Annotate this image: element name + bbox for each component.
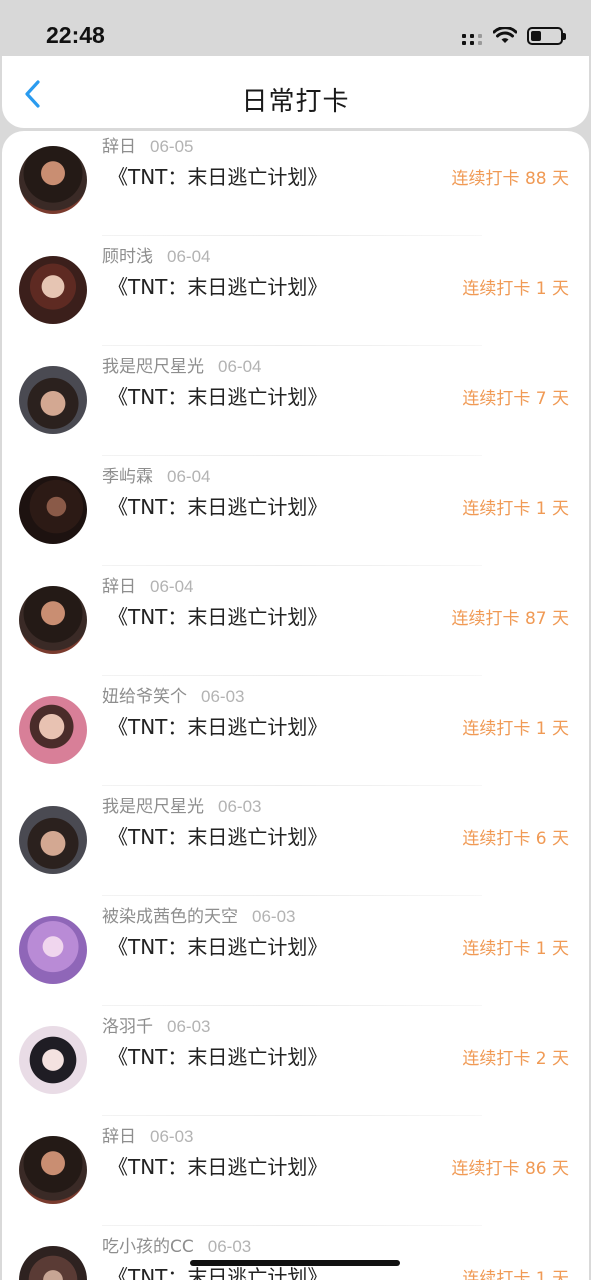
post-date: 06-03 <box>150 1127 194 1146</box>
navigation-bar: 日常打卡 <box>2 56 589 128</box>
book-title[interactable]: 《TNT：末日逃亡计划》 <box>108 601 327 630</box>
list-item[interactable]: 辞日 06-04 《TNT：末日逃亡计划》 连续打卡 87 天 <box>2 566 589 676</box>
list-item[interactable]: 顾时浅 06-04 《TNT：末日逃亡计划》 连续打卡 1 天 <box>2 236 589 346</box>
book-title[interactable]: 《TNT：末日逃亡计划》 <box>108 161 327 190</box>
streak-label: 连续打卡 2 天 <box>462 1049 569 1069</box>
avatar[interactable] <box>19 366 87 434</box>
list-item[interactable]: 被染成茜色的天空 06-03 《TNT：末日逃亡计划》 连续打卡 1 天 <box>2 896 589 1006</box>
book-title[interactable]: 《TNT：末日逃亡计划》 <box>108 821 327 850</box>
avatar[interactable] <box>19 476 87 544</box>
avatar[interactable] <box>19 586 87 654</box>
cellular-signal-icon <box>462 27 483 45</box>
book-title[interactable]: 《TNT：末日逃亡计划》 <box>108 1151 327 1180</box>
streak-label: 连续打卡 86 天 <box>451 1159 569 1179</box>
book-title[interactable]: 《TNT：末日逃亡计划》 <box>108 711 327 740</box>
avatar[interactable] <box>19 1026 87 1094</box>
list-item[interactable]: 我是咫尺星光 06-04 《TNT：末日逃亡计划》 连续打卡 7 天 <box>2 346 589 456</box>
streak-label: 连续打卡 88 天 <box>451 169 569 189</box>
list-item[interactable]: 辞日 06-05 《TNT：末日逃亡计划》 连续打卡 88 天 <box>2 131 589 236</box>
list-item[interactable]: 妞给爷笑个 06-03 《TNT：末日逃亡计划》 连续打卡 1 天 <box>2 676 589 786</box>
avatar[interactable] <box>19 146 87 214</box>
checkin-list: 辞日 06-05 《TNT：末日逃亡计划》 连续打卡 88 天 顾时浅 06-04 … <box>2 131 589 1280</box>
post-date: 06-03 <box>207 1237 252 1256</box>
author-name[interactable]: 我是咫尺星光 <box>102 357 204 377</box>
author-name[interactable]: 季屿霖 <box>102 467 153 487</box>
home-indicator[interactable] <box>190 1260 400 1266</box>
streak-label: 连续打卡 1 天 <box>462 279 569 299</box>
list-item[interactable]: 我是咫尺星光 06-03 《TNT：末日逃亡计划》 连续打卡 6 天 <box>2 786 589 896</box>
status-time: 22:48 <box>46 22 105 48</box>
list-item[interactable]: 季屿霖 06-04 《TNT：末日逃亡计划》 连续打卡 1 天 <box>2 456 589 566</box>
wifi-icon <box>493 27 517 43</box>
list-item[interactable]: 洛羽千 06-03 《TNT：末日逃亡计划》 连续打卡 2 天 <box>2 1006 589 1116</box>
book-title[interactable]: 《TNT：末日逃亡计划》 <box>108 381 327 410</box>
avatar[interactable] <box>19 806 87 874</box>
author-name[interactable]: 吃小孩的CC <box>102 1237 194 1257</box>
page-title: 日常打卡 <box>241 87 350 117</box>
author-name[interactable]: 我是咫尺星光 <box>102 797 204 817</box>
status-icons <box>462 27 566 45</box>
author-name[interactable]: 顾时浅 <box>102 247 153 267</box>
streak-label: 连续打卡 1 天 <box>462 719 569 739</box>
streak-label: 连续打卡 6 天 <box>462 829 569 849</box>
avatar[interactable] <box>19 1136 87 1204</box>
streak-label: 连续打卡 1 天 <box>462 1269 569 1280</box>
post-date: 06-03 <box>218 797 262 816</box>
author-name[interactable]: 辞日 <box>102 137 136 157</box>
list-item[interactable]: 辞日 06-03 《TNT：末日逃亡计划》 连续打卡 86 天 <box>2 1116 589 1226</box>
streak-label: 连续打卡 1 天 <box>462 499 569 519</box>
post-date: 06-03 <box>201 687 245 706</box>
author-name[interactable]: 被染成茜色的天空 <box>102 907 238 927</box>
post-date: 06-05 <box>150 137 194 156</box>
book-title[interactable]: 《TNT：末日逃亡计划》 <box>108 271 327 300</box>
battery-icon <box>527 27 566 45</box>
streak-label: 连续打卡 1 天 <box>462 939 569 959</box>
author-name[interactable]: 洛羽千 <box>102 1017 153 1037</box>
post-date: 06-04 <box>150 577 194 596</box>
author-name[interactable]: 辞日 <box>102 577 136 597</box>
streak-label: 连续打卡 7 天 <box>462 389 569 409</box>
post-date: 06-03 <box>252 907 296 926</box>
avatar[interactable] <box>19 1246 87 1280</box>
post-date: 06-03 <box>167 1017 211 1036</box>
streak-label: 连续打卡 87 天 <box>451 609 569 629</box>
post-date: 06-04 <box>167 467 211 486</box>
avatar[interactable] <box>19 916 87 984</box>
post-date: 06-04 <box>167 247 211 266</box>
avatar[interactable] <box>19 696 87 764</box>
author-name[interactable]: 妞给爷笑个 <box>102 687 187 707</box>
list-item[interactable]: 吃小孩的CC 06-03 《TNT：末日逃亡计划》 连续打卡 1 天 <box>2 1226 589 1280</box>
book-title[interactable]: 《TNT：末日逃亡计划》 <box>108 491 327 520</box>
avatar[interactable] <box>19 256 87 324</box>
author-name[interactable]: 辞日 <box>102 1127 136 1147</box>
status-bar: 22:48 <box>0 0 591 56</box>
post-date: 06-04 <box>218 357 262 376</box>
book-title[interactable]: 《TNT：末日逃亡计划》 <box>108 1041 327 1070</box>
book-title[interactable]: 《TNT：末日逃亡计划》 <box>108 931 327 960</box>
